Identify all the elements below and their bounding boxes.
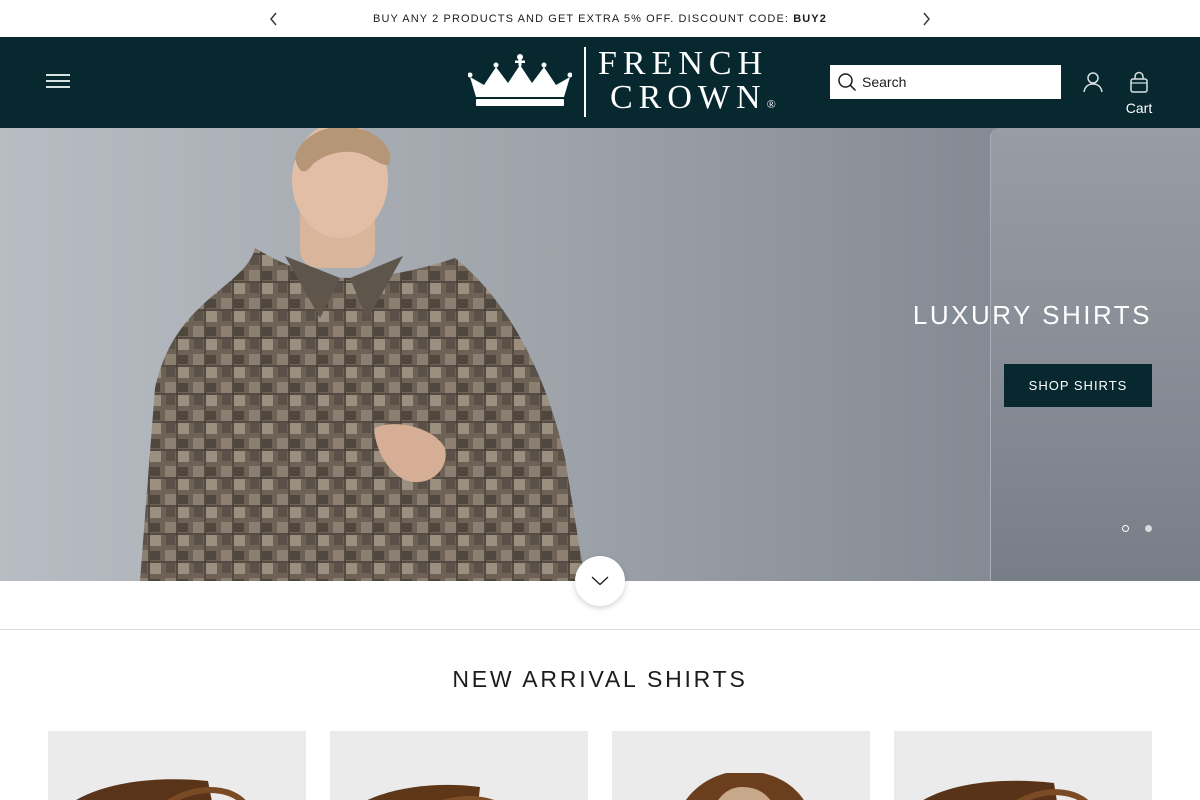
brand-logo[interactable]: FRENCH CROWN® [468,45,776,121]
chevron-down-icon [591,576,609,586]
slide-dot-1[interactable] [1122,525,1129,532]
product-card[interactable] [894,731,1152,800]
brand-name-line1: FRENCH [598,45,769,82]
discount-code: BUY2 [793,12,827,25]
product-grid [48,731,1152,800]
cart-label: Cart [1125,100,1153,116]
slide-dot-2[interactable] [1145,525,1152,532]
cart-button[interactable]: Cart [1122,71,1156,119]
next-announcement-button[interactable] [916,9,936,29]
user-icon [1083,72,1103,93]
brand-name-line2: CROWN [610,79,767,116]
hero-headline: LUXURY SHIRTS [912,300,1152,330]
brand-name-line2-wrap: CROWN® [598,81,776,121]
product-card[interactable] [48,731,306,800]
logo-divider [584,47,586,117]
slide-indicators [1122,525,1152,532]
hero-model-image [140,128,585,581]
search-icon [838,73,857,92]
announcement-text: BUY ANY 2 PRODUCTS AND GET EXTRA 5% OFF.… [373,12,794,25]
announcement-bar: BUY ANY 2 PRODUCTS AND GET EXTRA 5% OFF.… [0,0,1200,37]
search-input[interactable]: Search [830,65,1061,99]
site-header: FRENCH CROWN® Search Cart [0,37,1200,128]
product-card[interactable] [330,731,588,800]
chevron-left-icon [270,12,277,26]
brand-wordmark: FRENCH CROWN® [598,47,776,121]
hamburger-icon [46,74,74,88]
menu-button[interactable] [46,70,74,94]
hero-slideshow: LUXURY SHIRTS SHOP SHIRTS [0,128,1200,581]
chevron-right-icon [923,12,930,26]
section-divider [0,629,1200,630]
scroll-down-button[interactable] [575,556,625,606]
announcement-message: BUY ANY 2 PRODUCTS AND GET EXTRA 5% OFF.… [373,13,827,25]
shirt-collar-image [76,779,246,800]
previous-announcement-button[interactable] [264,9,284,29]
shirt-collar-image [923,780,1089,800]
search-placeholder: Search [862,74,907,90]
crown-icon [468,54,572,106]
shirt-collar-image [367,784,494,800]
section-title: NEW ARRIVAL SHIRTS [452,666,748,692]
shop-shirts-button[interactable]: SHOP SHIRTS [1004,364,1152,407]
product-card[interactable] [612,731,870,800]
account-button[interactable] [1082,71,1104,93]
hero-backdrop-panel [990,128,1200,581]
registered-mark: ® [766,97,776,111]
shirt-collar-image [685,773,804,800]
shopping-bag-icon [1130,71,1148,93]
